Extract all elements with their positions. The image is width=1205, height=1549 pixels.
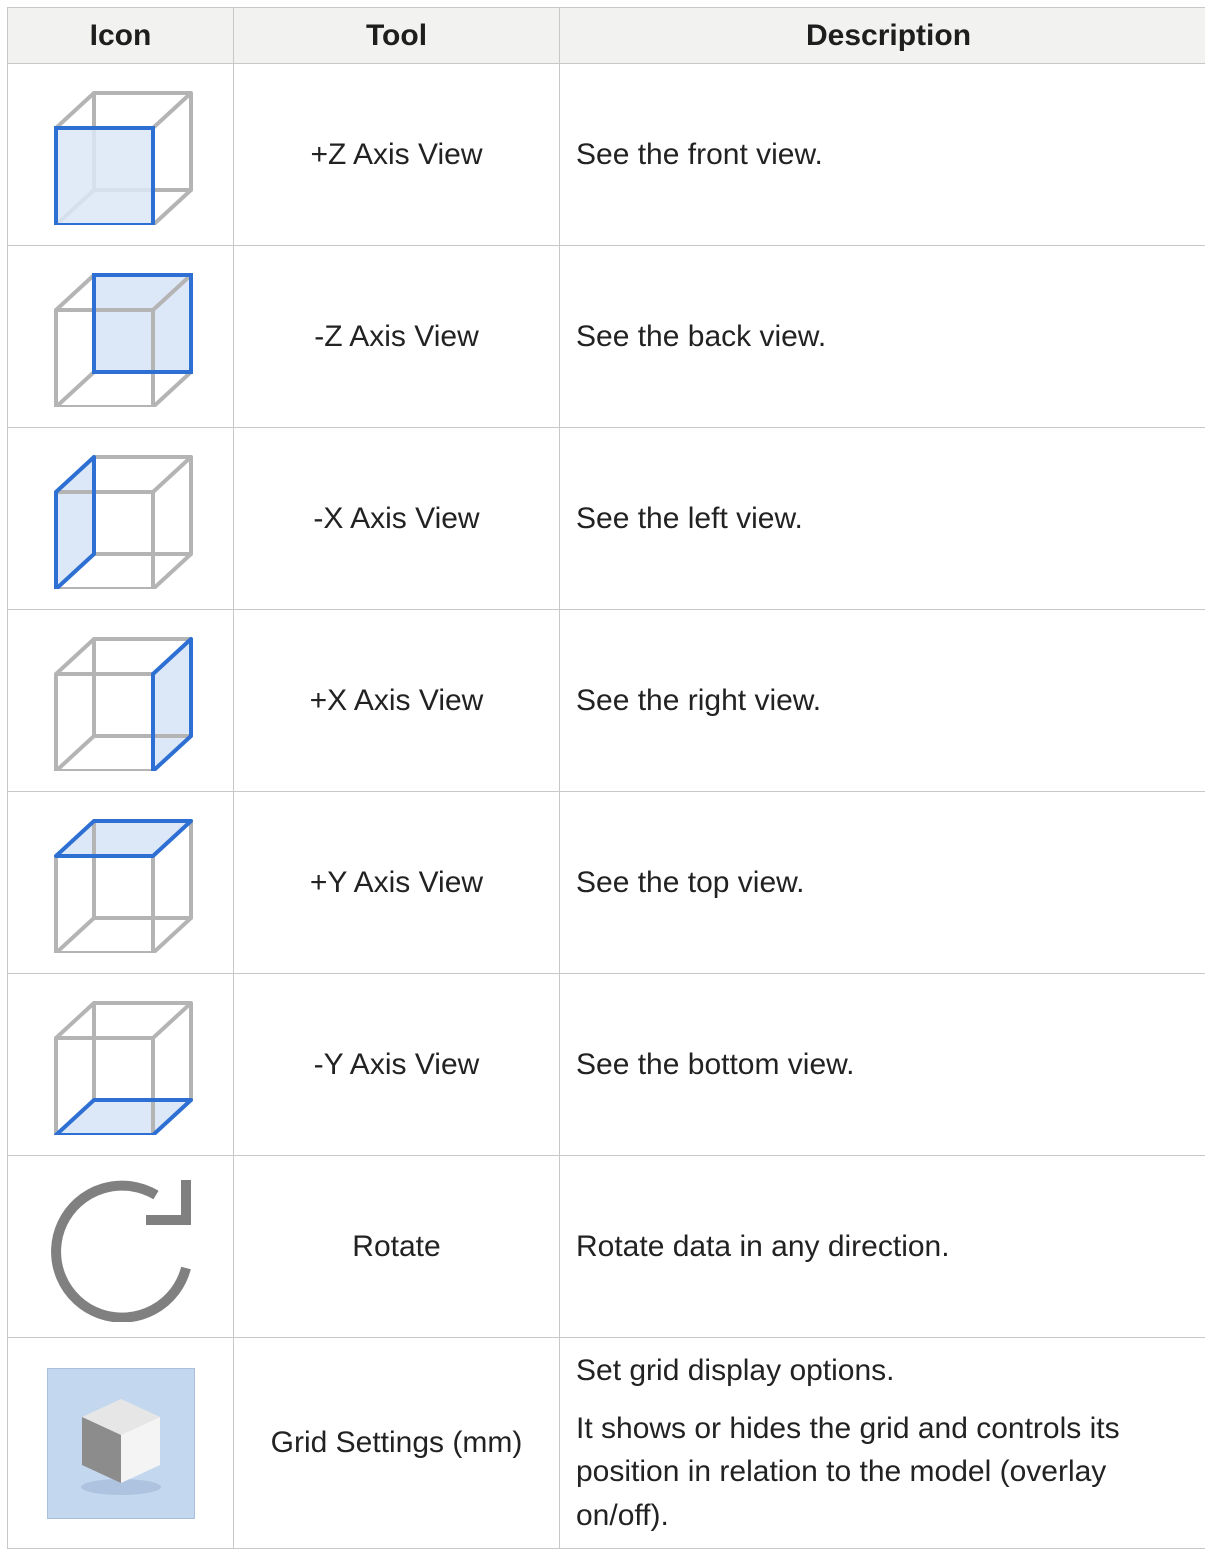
icon-cell <box>8 1338 234 1549</box>
icon-cell <box>8 428 234 610</box>
icon-cell <box>8 974 234 1156</box>
table-row: -X Axis View See the left view. <box>8 428 1205 610</box>
description-text: See the front view. <box>576 133 1197 177</box>
table-row: +X Axis View See the right view. <box>8 610 1205 792</box>
table-row: +Y Axis View See the top view. <box>8 792 1205 974</box>
tool-description: See the front view. <box>560 64 1205 246</box>
icon-cell <box>8 610 234 792</box>
table-row: +Z Axis View See the front view. <box>8 64 1205 246</box>
cube-left-face-icon <box>46 449 196 589</box>
tool-description: Rotate data in any direction. <box>560 1156 1205 1338</box>
tool-description: See the top view. <box>560 792 1205 974</box>
tool-name: Grid Settings (mm) <box>234 1338 560 1549</box>
tool-description: See the back view. <box>560 246 1205 428</box>
description-text: It shows or hides the grid and controls … <box>576 1407 1197 1538</box>
icon-cell <box>8 64 234 246</box>
cube-top-face-icon <box>46 813 196 953</box>
description-text: See the bottom view. <box>576 1043 1197 1087</box>
tool-name: +Y Axis View <box>234 792 560 974</box>
description-text: See the top view. <box>576 861 1197 905</box>
table-row: -Y Axis View See the bottom view. <box>8 974 1205 1156</box>
description-text: Set grid display options. <box>576 1349 1197 1393</box>
tool-description: See the left view. <box>560 428 1205 610</box>
grid-settings-cube-icon <box>47 1368 195 1519</box>
cube-right-face-icon <box>46 631 196 771</box>
icon-cell <box>8 792 234 974</box>
cube-front-face-icon <box>46 85 196 225</box>
header-icon: Icon <box>8 8 234 64</box>
table-row: Rotate Rotate data in any direction. <box>8 1156 1205 1338</box>
description-text: See the back view. <box>576 315 1197 359</box>
icon-cell <box>8 1156 234 1338</box>
header-description: Description <box>560 8 1205 64</box>
header-tool: Tool <box>234 8 560 64</box>
tool-description: See the right view. <box>560 610 1205 792</box>
icon-cell <box>8 246 234 428</box>
tool-description: See the bottom view. <box>560 974 1205 1156</box>
table-header-row: Icon Tool Description <box>8 8 1205 64</box>
description-text: Rotate data in any direction. <box>576 1225 1197 1269</box>
table-row: Grid Settings (mm) Set grid display opti… <box>8 1338 1205 1549</box>
rotate-arrow-icon <box>46 1172 196 1322</box>
tool-name: +X Axis View <box>234 610 560 792</box>
tool-name: +Z Axis View <box>234 64 560 246</box>
tool-description: Set grid display options. It shows or hi… <box>560 1338 1205 1549</box>
cube-bottom-face-icon <box>46 995 196 1135</box>
tool-name: -Y Axis View <box>234 974 560 1156</box>
tool-name: -X Axis View <box>234 428 560 610</box>
tool-name: Rotate <box>234 1156 560 1338</box>
tool-name: -Z Axis View <box>234 246 560 428</box>
description-text: See the right view. <box>576 679 1197 723</box>
cube-back-face-icon <box>46 267 196 407</box>
table-row: -Z Axis View See the back view. <box>8 246 1205 428</box>
tools-table: Icon Tool Description +Z Axis V <box>7 7 1205 1549</box>
description-text: See the left view. <box>576 497 1197 541</box>
